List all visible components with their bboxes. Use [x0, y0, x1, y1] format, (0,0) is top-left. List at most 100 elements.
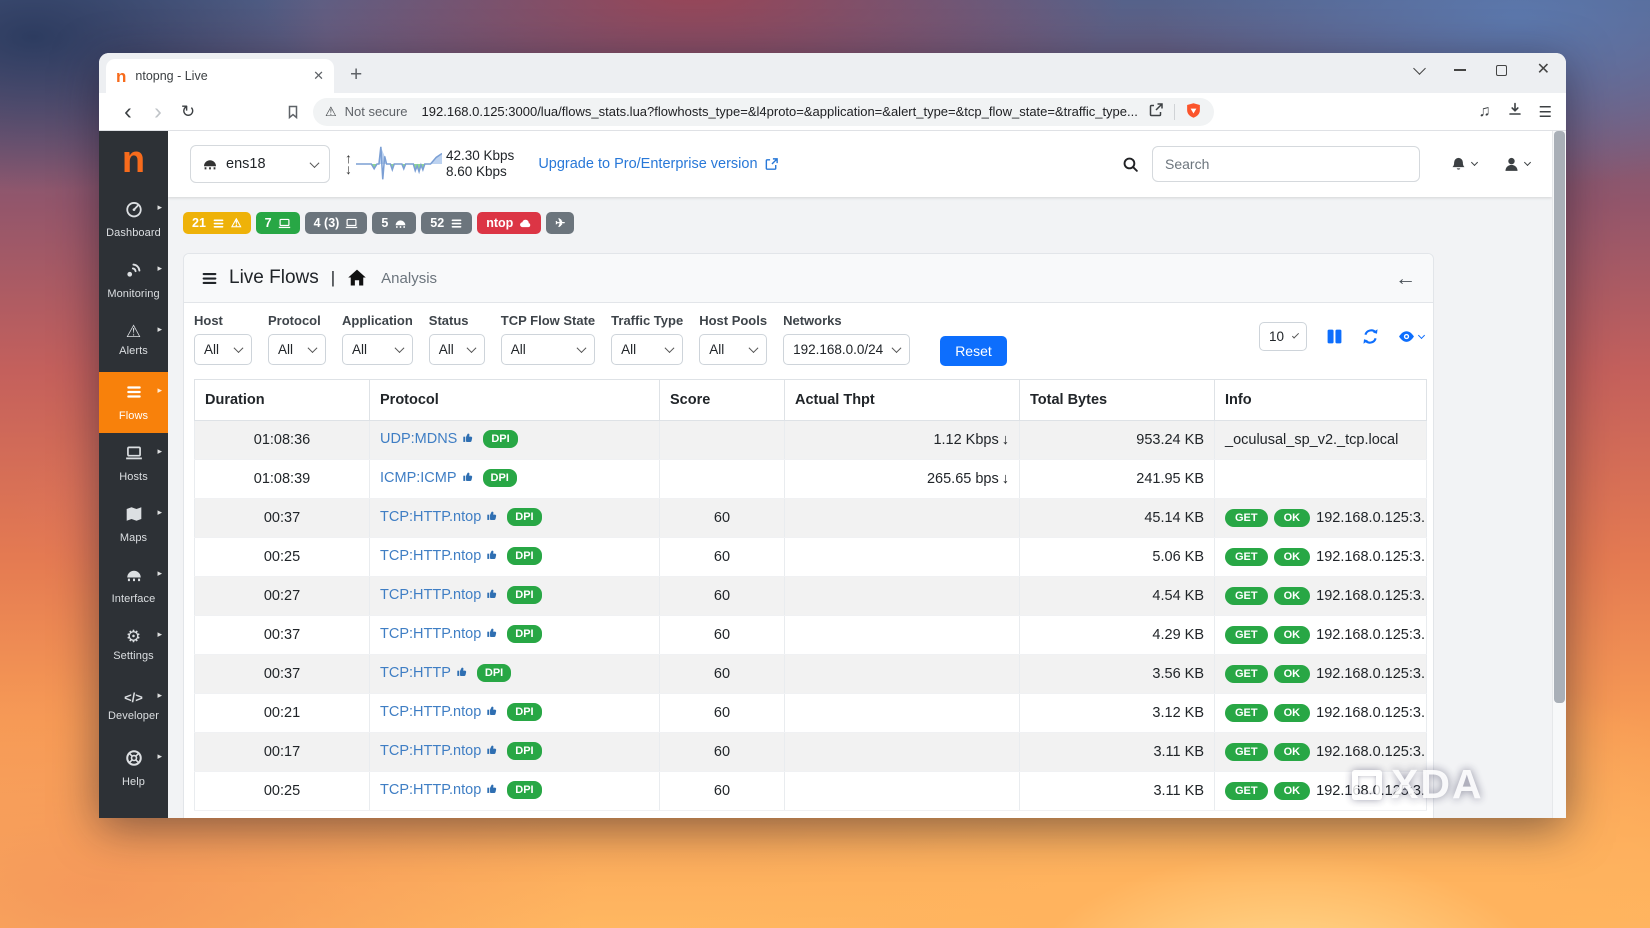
column-header-actual-thpt[interactable]: Actual Thpt [785, 380, 1020, 421]
visibility-eye-button[interactable] [1398, 328, 1424, 345]
chevron-right-icon: ▸ [157, 751, 162, 762]
share-icon[interactable] [1148, 102, 1164, 121]
reset-button[interactable]: Reset [940, 336, 1007, 366]
flow-total-bytes: 3.11 KB [1020, 733, 1215, 772]
flow-duration: 00:25 [195, 772, 370, 811]
page-scrollbar[interactable] [1552, 131, 1566, 818]
filter-label: Traffic Type [611, 313, 683, 328]
brave-shield-icon[interactable] [1185, 102, 1202, 122]
filter-status-select[interactable]: All [429, 334, 485, 365]
filter-networks-select[interactable]: 192.168.0.0/24 [783, 334, 910, 365]
table-row: 01:08:36UDP:MDNSDPI1.12 Kbps↓953.24 KB_o… [195, 421, 1427, 460]
status-badge-5[interactable]: 5 [372, 212, 416, 234]
card-header: Live Flows | Analysis ← [184, 254, 1433, 303]
filter-application-select[interactable]: All [342, 334, 413, 365]
http-method-badge: GET [1225, 509, 1268, 527]
warning-icon: ⚠ [126, 322, 141, 341]
back-arrow[interactable]: ← [1395, 268, 1416, 289]
flow-info: 192.168.0.125:3... [1316, 705, 1426, 721]
protocol-link[interactable]: TCP:HTTP [380, 665, 451, 681]
protocol-link[interactable]: TCP:HTTP.ntop [380, 548, 481, 564]
browser-menu-icon[interactable]: ☰ [1539, 103, 1552, 121]
column-header-info[interactable]: Info [1215, 380, 1427, 421]
table-row: 01:08:39ICMP:ICMPDPI265.65 bps↓241.95 KB [195, 460, 1427, 499]
reload-button[interactable]: ↻ [173, 102, 203, 122]
close-button[interactable]: ✕ [1537, 62, 1550, 78]
flows-menu-icon[interactable] [201, 270, 218, 287]
tab-search-chevron-icon[interactable] [1413, 62, 1426, 75]
download-icon[interactable] [1507, 101, 1523, 122]
laptop-icon [345, 217, 358, 230]
back-button[interactable]: ‹ [113, 100, 143, 123]
status-badge-7[interactable]: 7 [256, 212, 300, 234]
chevron-right-icon: ▸ [157, 629, 162, 640]
refresh-icon[interactable] [1362, 328, 1379, 345]
sidebar-item-interface[interactable]: ▸Interface [99, 555, 168, 616]
protocol-link[interactable]: TCP:HTTP.ntop [380, 587, 481, 603]
protocol-link[interactable]: TCP:HTTP.ntop [380, 509, 481, 525]
http-status-badge: OK [1274, 587, 1311, 605]
upgrade-link[interactable]: Upgrade to Pro/Enterprise version [538, 156, 778, 172]
filter-traffic-type-select[interactable]: All [611, 334, 683, 365]
column-header-score[interactable]: Score [660, 380, 785, 421]
status-badge-52[interactable]: 52 [421, 212, 472, 234]
chevron-right-icon: ▸ [157, 690, 162, 701]
filter-host-pools-select[interactable]: All [699, 334, 767, 365]
protocol-link[interactable]: TCP:HTTP.ntop [380, 626, 481, 642]
sidebar-item-developer[interactable]: ▸</>Developer [99, 677, 168, 738]
chevron-down-icon [1471, 159, 1478, 166]
dpi-badge: DPI [507, 703, 541, 721]
address-bar[interactable]: ⚠ Not secure 192.168.0.125:3000/lua/flow… [313, 98, 1214, 126]
flow-actual-thpt [785, 694, 1020, 733]
http-status-badge: OK [1274, 509, 1311, 527]
status-badge-ntop[interactable]: ntop [477, 212, 541, 234]
scrollbar-thumb[interactable] [1554, 131, 1565, 703]
column-header-duration[interactable]: Duration [195, 380, 370, 421]
filter-protocol-select[interactable]: All [268, 334, 326, 365]
bookmark-icon[interactable] [285, 104, 301, 120]
flow-total-bytes: 3.11 KB [1020, 772, 1215, 811]
forward-button[interactable]: › [143, 100, 173, 123]
column-header-total-bytes[interactable]: Total Bytes [1020, 380, 1215, 421]
filter-tcp-flow-state-select[interactable]: All [501, 334, 595, 365]
sidebar-item-settings[interactable]: ▸⚙Settings [99, 616, 168, 677]
new-tab-button[interactable]: + [350, 64, 362, 85]
search-input[interactable] [1152, 146, 1420, 182]
notifications-button[interactable] [1450, 156, 1477, 173]
protocol-link[interactable]: TCP:HTTP.ntop [380, 782, 481, 798]
protocol-link[interactable]: ICMP:ICMP [380, 470, 457, 486]
media-control-icon[interactable]: ♫ [1479, 103, 1491, 121]
sidebar-item-dashboard[interactable]: ▸Dashboard [99, 189, 168, 250]
sidebar-item-monitoring[interactable]: ▸Monitoring [99, 250, 168, 311]
flow-actual-thpt [785, 655, 1020, 694]
table-row: 00:27TCP:HTTP.ntopDPI604.54 KBGETOK192.1… [195, 577, 1427, 616]
home-icon[interactable] [347, 268, 367, 288]
ntop-logo[interactable]: n [99, 131, 168, 189]
filter-host-select[interactable]: All [194, 334, 252, 365]
http-method-badge: GET [1225, 782, 1268, 800]
status-badge-21[interactable]: 21⚠ [183, 212, 251, 234]
protocol-link[interactable]: UDP:MDNS [380, 431, 457, 447]
sidebar-item-hosts[interactable]: ▸Hosts [99, 433, 168, 494]
status-badge-plane-icon[interactable]: ✈ [546, 212, 574, 234]
protocol-link[interactable]: TCP:HTTP.ntop [380, 743, 481, 759]
interface-select[interactable]: ens18 [190, 145, 330, 183]
status-badge-4-3-[interactable]: 4 (3) [305, 212, 368, 234]
sidebar-item-alerts[interactable]: ▸⚠Alerts [99, 311, 168, 372]
maximize-button[interactable] [1496, 65, 1507, 76]
flow-info-cell: GETOK192.168.0.125:3... [1215, 694, 1427, 733]
columns-icon[interactable] [1326, 328, 1343, 345]
sidebar-item-flows[interactable]: ▸Flows [99, 372, 168, 433]
protocol-link[interactable]: TCP:HTTP.ntop [380, 704, 481, 720]
flow-info-cell [1215, 460, 1427, 499]
page-size-select[interactable]: 10 [1259, 322, 1307, 351]
tab-close-icon[interactable]: ✕ [313, 68, 324, 84]
table-row: 00:17TCP:HTTP.ntopDPI603.11 KBGETOK192.1… [195, 733, 1427, 772]
sidebar-item-help[interactable]: ▸Help [99, 738, 168, 799]
column-header-protocol[interactable]: Protocol [370, 380, 660, 421]
search-icon [1122, 156, 1139, 173]
browser-tab[interactable]: n ntopng - Live ✕ [106, 59, 334, 93]
user-menu-button[interactable] [1503, 156, 1530, 173]
minimize-button[interactable] [1454, 69, 1466, 71]
sidebar-item-maps[interactable]: ▸Maps [99, 494, 168, 555]
